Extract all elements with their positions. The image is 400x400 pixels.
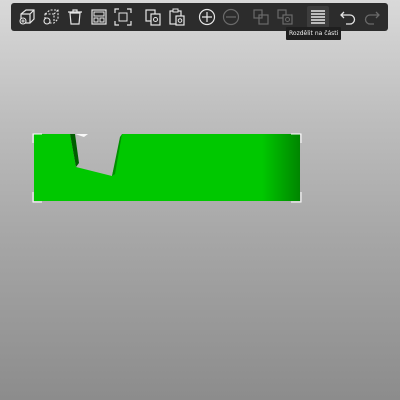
fit-button[interactable] <box>112 6 134 28</box>
paste-icon <box>169 8 185 26</box>
toolbar-tooltip: Rozdělit na části <box>286 27 342 40</box>
add-button[interactable] <box>16 6 38 28</box>
remove-instance-icon <box>222 8 240 26</box>
redo-icon <box>364 11 380 25</box>
split-to-objects-icon <box>253 9 269 25</box>
redo-button[interactable] <box>361 6 383 28</box>
selected-model[interactable] <box>0 0 400 400</box>
copy-button[interactable] <box>142 6 164 28</box>
split-to-parts-icon <box>277 9 293 25</box>
split-to-parts-button[interactable] <box>274 6 296 28</box>
notch-top-edge <box>75 134 88 137</box>
arrange-button[interactable] <box>88 6 110 28</box>
3d-viewport[interactable] <box>0 0 400 400</box>
add-object-icon <box>19 9 35 25</box>
layers-editing-button[interactable] <box>307 6 329 28</box>
add-instance-button[interactable] <box>196 6 218 28</box>
add-modifier-icon <box>43 9 59 25</box>
undo-button[interactable] <box>337 6 359 28</box>
layers-editing-icon <box>311 10 325 24</box>
fit-to-plate-icon <box>114 8 132 26</box>
delete-icon <box>68 9 82 25</box>
copy-icon <box>145 9 161 26</box>
split-to-objects-button[interactable] <box>250 6 272 28</box>
paste-button[interactable] <box>166 6 188 28</box>
remove-instance-button[interactable] <box>220 6 242 28</box>
add-modifier-button[interactable] <box>40 6 62 28</box>
undo-icon <box>340 11 356 25</box>
arrange-icon <box>91 9 107 25</box>
delete-button[interactable] <box>64 6 86 28</box>
add-instance-icon <box>198 8 216 26</box>
model-right-face <box>262 134 300 201</box>
